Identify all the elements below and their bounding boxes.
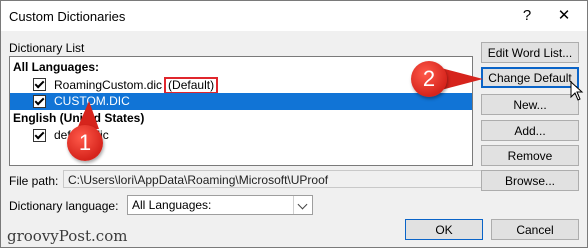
dialog-title: Custom Dictionaries: [9, 9, 126, 24]
step-1-badge: 1: [67, 125, 103, 161]
title-bar: Custom Dictionaries ? ✕: [1, 1, 587, 31]
browse-button[interactable]: Browse...: [481, 170, 579, 191]
remove-button[interactable]: Remove: [481, 145, 579, 166]
checkbox-custom-dic[interactable]: [33, 95, 46, 108]
callout-2-pointer: [441, 68, 483, 90]
cancel-button[interactable]: Cancel: [491, 219, 579, 240]
step-2-badge: 2: [411, 61, 447, 97]
checkbox-roamingcustom[interactable]: [33, 78, 46, 91]
list-item-label: RoamingCustom.dic: [54, 78, 163, 92]
file-path-field: C:\Users\lori\AppData\Roaming\Microsoft\…: [63, 170, 495, 188]
dictionary-language-label: Dictionary language:: [9, 199, 119, 213]
dictionary-language-select[interactable]: All Languages:: [127, 195, 313, 215]
change-default-button[interactable]: Change Default: [481, 67, 579, 88]
dictionary-language-value: All Languages:: [132, 198, 212, 212]
checkbox-default-dic[interactable]: [33, 129, 46, 142]
add-button[interactable]: Add...: [481, 120, 579, 141]
custom-dictionaries-dialog: Custom Dictionaries ? ✕ Dictionary List …: [0, 0, 588, 248]
list-item-roamingcustom[interactable]: RoamingCustom.dic (Default): [10, 76, 472, 94]
file-path-label: File path:: [9, 174, 59, 188]
ok-button[interactable]: OK: [405, 219, 483, 240]
help-button[interactable]: ?: [513, 5, 541, 27]
group-header-all-languages: All Languages:: [13, 60, 100, 74]
close-button[interactable]: ✕: [549, 5, 579, 27]
edit-word-list-button[interactable]: Edit Word List...: [481, 42, 579, 63]
new-button[interactable]: New...: [481, 94, 579, 115]
dictionary-list-label: Dictionary List: [9, 41, 85, 55]
mouse-cursor-icon: [570, 81, 584, 101]
chevron-down-icon[interactable]: [293, 196, 312, 214]
watermark: groovyPost.com: [7, 227, 128, 245]
default-tag: (Default): [164, 77, 219, 94]
